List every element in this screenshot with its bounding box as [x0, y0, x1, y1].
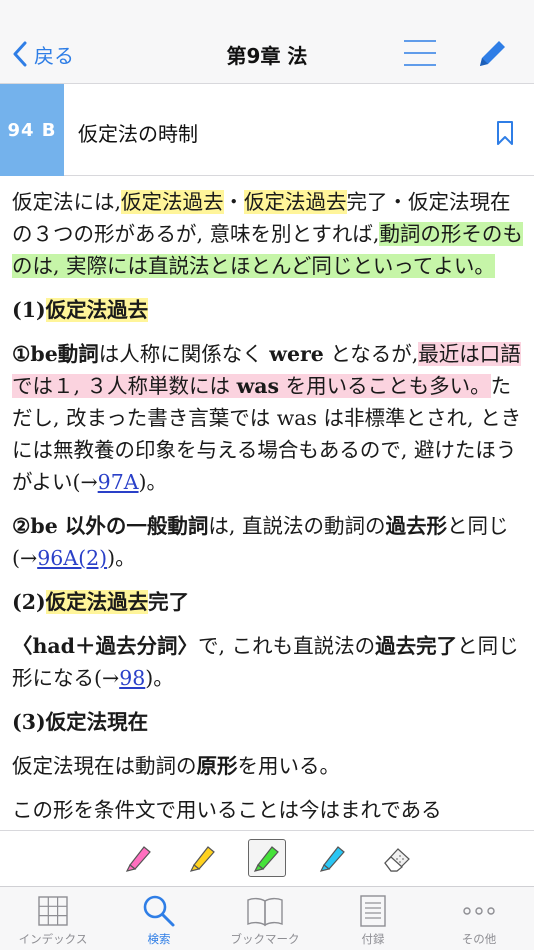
tab-bar: インデックス 検索 ブックマーク 付録 その他: [0, 886, 534, 950]
eraser-icon: [384, 848, 410, 872]
tab-label: インデックス: [18, 932, 88, 946]
bold-text: ①be動詞: [12, 342, 99, 366]
tab-appendix[interactable]: 付録: [320, 893, 426, 950]
menu-icon: [404, 40, 436, 66]
cross-reference-link[interactable]: 98: [119, 666, 145, 690]
heading-1: (1)仮定法過去: [12, 294, 524, 326]
highlight-yellow: 仮定法過去: [121, 190, 224, 214]
highlight-yellow: 仮定法過去: [45, 590, 149, 614]
menu-button[interactable]: [402, 38, 438, 68]
text: この形を条件文で用いることは今はまれである: [12, 798, 442, 822]
text: を用いることも多い。: [285, 374, 491, 398]
heading-suffix: 完了: [148, 590, 190, 614]
text: )。: [107, 546, 136, 570]
bold-text: ②be 以外の一般動詞: [12, 514, 209, 538]
article-body: 仮定法には,仮定法過去・仮定法過去完了・仮定法現在の３つの形があるが, 意味を別…: [12, 186, 524, 830]
paragraph-be-verb: ①be動詞は人称に関係なく were となるが,最近は口語では１, ３人称単数に…: [12, 338, 524, 498]
pencil-icon: [480, 41, 505, 66]
pink-highlighter-icon: [125, 846, 151, 872]
bookmark-icon: [497, 121, 513, 145]
text: )。: [138, 470, 168, 494]
tab-label: その他: [461, 932, 497, 946]
eraser-button[interactable]: [378, 839, 416, 877]
section-header: 94 B 仮定法の時制: [0, 84, 534, 176]
paragraph-intro: 仮定法には,仮定法過去・仮定法過去完了・仮定法現在の３つの形があるが, 意味を別…: [12, 186, 524, 282]
highlight-yellow: 仮定法過去: [45, 298, 149, 322]
bold-text: 原形: [196, 754, 238, 778]
blue-highlighter-icon: [319, 846, 345, 872]
heading-3: (3)仮定法現在: [12, 706, 524, 738]
text: 仮定法には,: [12, 190, 122, 214]
highlighter-yellow-button[interactable]: [184, 839, 222, 877]
bold-text: 過去形: [385, 514, 447, 538]
bold-text: were: [269, 342, 324, 366]
cross-reference-link[interactable]: 96A(2): [37, 546, 107, 570]
heading-number: (2): [12, 590, 46, 614]
cross-reference-link[interactable]: 97A: [98, 470, 139, 494]
tab-label: 検索: [147, 932, 171, 946]
page-title: 第9章 法: [226, 44, 308, 68]
section-title: 仮定法の時制: [78, 122, 198, 146]
bold-text: was: [236, 374, 280, 398]
text: で, これも直説法の: [198, 634, 376, 658]
paragraph-present: 仮定法現在は動詞の原形を用いる。: [12, 750, 524, 782]
text: 仮定法現在は動詞の: [12, 754, 197, 778]
heading-number: (1): [12, 298, 46, 322]
more-icon: [463, 907, 495, 915]
bold-text: 過去完了: [375, 634, 458, 658]
heading-text: (3)仮定法現在: [12, 710, 149, 734]
paragraph-past-perfect: 〈had＋過去分詞〉で, これも直説法の過去完了と同じ形になる(→98)。: [12, 630, 524, 694]
tab-bookmark[interactable]: ブックマーク: [212, 893, 318, 950]
highlighter-blue-button[interactable]: [314, 839, 352, 877]
tab-label: ブックマーク: [230, 932, 300, 946]
text: は, 直説法の動詞の: [208, 514, 386, 538]
text: ・: [223, 190, 245, 214]
document-icon: [360, 895, 386, 927]
edit-button[interactable]: [474, 36, 510, 72]
highlighter-toolbar: [0, 830, 534, 886]
grid-icon: [38, 896, 68, 926]
bold-text: 〈had＋過去分詞〉: [12, 634, 199, 658]
highlighter-pink-button[interactable]: [120, 839, 158, 877]
yellow-highlighter-icon: [189, 846, 215, 872]
tab-index[interactable]: インデックス: [0, 893, 106, 950]
green-highlighter-icon: [253, 846, 279, 872]
paragraph-general-verb: ②be 以外の一般動詞は, 直説法の動詞の過去形と同じ(→96A(2))。: [12, 510, 524, 574]
search-icon: [143, 895, 175, 927]
section-number-badge: 94 B: [0, 84, 64, 176]
text: )。: [145, 666, 174, 690]
article-viewport[interactable]: 仮定法には,仮定法過去・仮定法過去完了・仮定法現在の３つの形があるが, 意味を別…: [0, 186, 534, 830]
tab-label: 付録: [361, 932, 385, 946]
book-icon: [247, 897, 283, 927]
navigation-bar: 戻る 第9章 法: [0, 0, 534, 84]
highlight-yellow: 仮定法過去: [244, 190, 347, 214]
heading-2: (2)仮定法過去完了: [12, 586, 524, 618]
tab-search[interactable]: 検索: [106, 893, 212, 950]
text: となるが,: [330, 342, 419, 366]
paragraph-conditional: この形を条件文で用いることは今はまれである: [12, 794, 524, 826]
highlighter-green-button[interactable]: [248, 839, 286, 877]
text: を用いる。: [237, 754, 341, 778]
bookmark-button[interactable]: [496, 120, 514, 150]
text: は人称に関係なく: [98, 342, 263, 366]
tab-more[interactable]: その他: [426, 893, 532, 950]
